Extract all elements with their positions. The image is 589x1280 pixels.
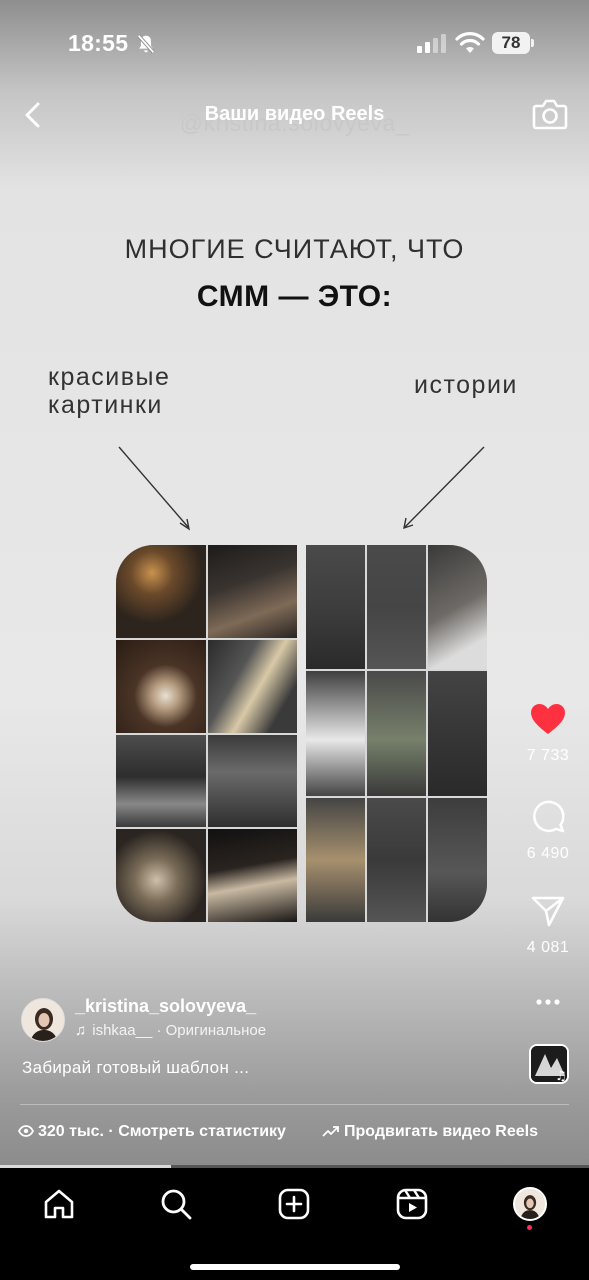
photo-blonde-woman	[207, 639, 297, 733]
audio-handle: ishkaa__	[92, 1022, 153, 1039]
reel-headline-line1: МНОГИЕ СЧИТАЮТ, ЧТО	[124, 234, 465, 264]
reels-icon	[396, 1188, 428, 1220]
audio-title: Оригинальное	[165, 1022, 267, 1039]
photo-book-spoon	[116, 829, 206, 922]
reel-headline-line2: СММ — ЭТО:	[196, 280, 393, 313]
comment-icon	[533, 800, 565, 833]
story-hand-phone	[428, 545, 487, 670]
bell-off-icon	[137, 34, 155, 54]
add-post-icon	[278, 1188, 310, 1220]
story-icons	[367, 545, 426, 670]
author-avatar[interactable]	[21, 998, 65, 1042]
nav-search[interactable]	[156, 1184, 196, 1224]
reel-screen: 18:55 78 @kristina.solovyeva_ Ваши видео…	[0, 0, 589, 1280]
story-black-friday	[306, 671, 365, 796]
story-camera	[428, 671, 487, 796]
photo-woman-coat	[207, 545, 297, 638]
story-camera-hands	[367, 797, 426, 922]
audio-info[interactable]: ♫ ishkaa__ · Оригинальное	[75, 1022, 295, 1039]
nav-create[interactable]	[274, 1184, 314, 1224]
nav-profile[interactable]	[510, 1184, 550, 1224]
page-title: Ваши видео Reels	[204, 103, 385, 125]
promote-label: Продвигать видео Reels	[344, 1123, 538, 1140]
label-left-line2: картинки	[48, 391, 163, 419]
svg-text:♫: ♫	[555, 1069, 567, 1082]
nav-reels[interactable]	[392, 1184, 432, 1224]
search-icon	[161, 1189, 192, 1220]
label-stories: истории	[414, 371, 518, 399]
feed-preview-image	[116, 545, 297, 922]
story-sticker	[428, 797, 487, 922]
music-note-icon: ♫	[75, 1022, 87, 1039]
photo-dark-wall-sign	[207, 734, 297, 828]
author-username[interactable]: _kristina_solovyeva_	[75, 996, 256, 1017]
share-button[interactable]: 4 081	[522, 894, 574, 957]
heart-icon	[531, 704, 565, 734]
profile-avatar	[513, 1187, 547, 1221]
notification-dot	[527, 1225, 532, 1230]
comment-count: 6 490	[526, 845, 570, 862]
battery-indicator: 78	[492, 32, 536, 54]
promote-reel-link[interactable]: Продвигать видео Reels	[322, 1123, 538, 1141]
wifi-icon	[455, 32, 485, 53]
eye-icon	[17, 1125, 35, 1137]
photo-silk-dress	[207, 829, 297, 922]
send-icon	[531, 896, 565, 927]
label-pretty-pictures: красивые картинки	[48, 363, 170, 419]
reel-caption[interactable]: Забирай готовый шаблон ...	[22, 1058, 249, 1078]
trend-icon	[322, 1126, 339, 1137]
audio-cover-art: ♫	[531, 1046, 567, 1082]
camera-icon[interactable]	[532, 98, 568, 130]
photo-wall-lamp	[116, 545, 206, 638]
nav-home[interactable]	[39, 1184, 79, 1224]
signal-icon	[417, 34, 446, 53]
home-indicator	[190, 1264, 400, 1270]
home-icon	[44, 1189, 74, 1219]
like-count: 7 733	[526, 747, 570, 764]
like-button[interactable]: 7 733	[522, 702, 574, 765]
photo-coffee-cup	[116, 639, 206, 733]
more-options-icon[interactable]	[535, 992, 561, 1012]
label-left-line1: красивые	[48, 363, 171, 391]
view-stats-link[interactable]: 320 тыс. · Смотреть статистику	[17, 1123, 286, 1141]
stats-label: Смотреть статистику	[118, 1123, 286, 1140]
stories-preview-image	[306, 545, 487, 922]
divider	[20, 1104, 569, 1105]
story-book-cover	[306, 797, 365, 922]
status-time: 18:55	[68, 30, 129, 56]
battery-level: 78	[492, 32, 530, 54]
story-text-camera	[306, 545, 365, 670]
photo-cafe-interior	[116, 734, 206, 828]
share-count: 4 081	[526, 939, 570, 956]
audio-cover-button[interactable]: ♫	[529, 1044, 569, 1084]
view-count: 320 тыс.	[38, 1123, 104, 1140]
comment-button[interactable]: 6 490	[522, 798, 574, 863]
story-plant	[367, 671, 426, 796]
